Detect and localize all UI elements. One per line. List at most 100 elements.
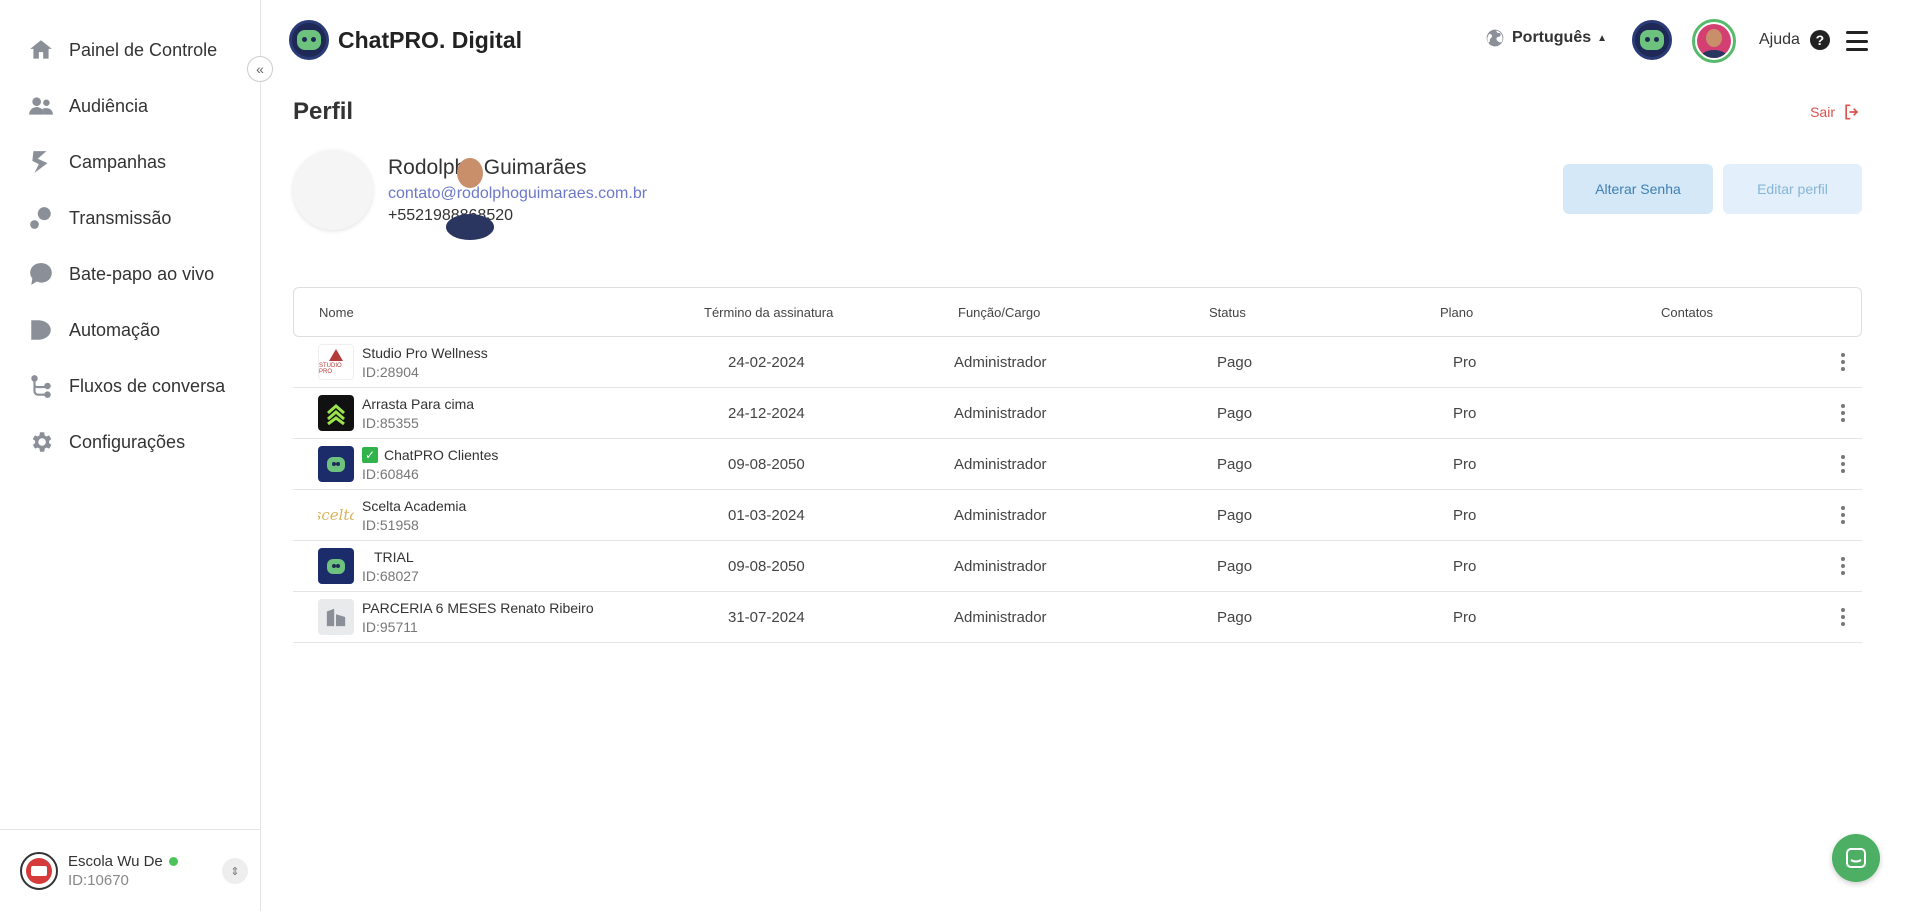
row-menu-icon[interactable] <box>1833 503 1853 527</box>
users-icon <box>28 93 54 119</box>
subscription-end: 24-12-2024 <box>728 405 805 422</box>
table-header: Nome Término da assinatura Função/Cargo … <box>293 287 1862 337</box>
org-avatar <box>20 851 58 890</box>
studio-logo-text: STUDIO PRO <box>319 363 342 375</box>
app-root: Painel de Controle Audiência Campanhas T… <box>0 0 1920 911</box>
account-name: Studio Pro Wellness <box>362 344 488 361</box>
status: Pago <box>1217 609 1253 626</box>
sidebar-item-live-chat[interactable]: Bate-papo ao vivo <box>0 246 260 302</box>
role: Administrador <box>954 558 1047 575</box>
campaign-icon <box>28 149 54 175</box>
chatpro-logo <box>318 548 354 584</box>
subscription-end: 31-07-2024 <box>728 609 805 626</box>
user-avatar[interactable] <box>1692 19 1736 63</box>
table-row[interactable]: scelta Scelta Academia ID:51958 01-03-20… <box>293 490 1862 541</box>
sidebar-item-label: Transmissão <box>69 207 172 228</box>
role: Administrador <box>954 507 1047 524</box>
logout-link[interactable]: Sair <box>1810 102 1862 122</box>
table-row[interactable]: PARCERIA 6 MESES Renato Ribeiro ID:95711… <box>293 592 1862 643</box>
plan: Pro <box>1453 609 1477 626</box>
account-logo-icon[interactable] <box>1632 20 1672 60</box>
brand[interactable]: ChatPRO. Digital <box>289 20 522 60</box>
account-id: ID:28904 <box>362 363 419 380</box>
sidebar-item-label: Campanhas <box>69 151 167 172</box>
flow-icon <box>28 373 54 399</box>
account-id: ID:95711 <box>362 618 418 635</box>
help-label: Ajuda <box>1759 31 1800 48</box>
column-header-role: Função/Cargo <box>958 305 1041 320</box>
account-id: ID:60846 <box>362 465 419 482</box>
chat-widget-button[interactable] <box>1832 834 1880 882</box>
table-row[interactable]: Arrasta Para cima ID:85355 24-12-2024 Ad… <box>293 388 1862 439</box>
chat-icon <box>1846 848 1866 868</box>
org-switcher[interactable]: Escola Wu De ID:10670 ⇕ <box>0 829 260 911</box>
sidebar-item-label: Painel de Controle <box>69 39 218 60</box>
help-link[interactable]: Ajuda ? <box>1759 30 1830 50</box>
checkmark-icon: ✓ <box>362 446 378 463</box>
sidebar-item-settings[interactable]: Configurações <box>0 414 260 470</box>
plan: Pro <box>1453 354 1477 371</box>
sidebar: Painel de Controle Audiência Campanhas T… <box>0 0 261 911</box>
language-label: Português <box>1512 29 1592 46</box>
role: Administrador <box>954 456 1047 473</box>
row-menu-icon[interactable] <box>1833 452 1853 476</box>
row-menu-icon[interactable] <box>1833 401 1853 425</box>
sidebar-item-automation[interactable]: Automação <box>0 302 260 358</box>
status: Pago <box>1217 405 1253 422</box>
chatpro-logo-icon <box>289 20 329 60</box>
sidebar-item-dashboard[interactable]: Painel de Controle <box>0 22 260 78</box>
subscription-end: 09-08-2050 <box>728 456 805 473</box>
globe-icon <box>1486 29 1504 47</box>
sidebar-item-label: Bate-papo ao vivo <box>69 263 215 284</box>
building-logo <box>318 599 354 635</box>
status: Pago <box>1217 354 1253 371</box>
column-header-plan: Plano <box>1440 305 1474 320</box>
table-row[interactable]: STUDIO PRO Studio Pro Wellness ID:28904 … <box>293 337 1862 388</box>
change-password-button[interactable]: Alterar Senha <box>1563 164 1713 214</box>
sidebar-item-label: Configurações <box>69 431 186 452</box>
status: Pago <box>1217 456 1253 473</box>
sidebar-item-broadcast[interactable]: Transmissão <box>0 190 260 246</box>
row-menu-icon[interactable] <box>1833 554 1853 578</box>
scelta-logo: scelta <box>318 497 354 533</box>
profile-phone: +5521988868520 <box>388 207 514 224</box>
top-header: ChatPRO. Digital Português ▲ Ajuda ? <box>261 0 1920 80</box>
language-selector[interactable]: Português ▲ <box>1485 28 1607 48</box>
profile-email[interactable]: contato@rodolphoguimaraes.com.br <box>388 185 647 203</box>
table-row[interactable]: TRIAL ID:68027 09-08-2050 Administrador … <box>293 541 1862 592</box>
column-header-subscription-end: Término da assinatura <box>704 305 834 320</box>
plan: Pro <box>1453 456 1477 473</box>
org-id: ID:10670 <box>68 871 129 889</box>
sidebar-item-audience[interactable]: Audiência <box>0 78 260 134</box>
profile-avatar[interactable] <box>293 150 495 240</box>
chatpro-logo <box>318 446 354 482</box>
collapse-sidebar-button[interactable]: « <box>247 56 273 82</box>
gear-icon <box>28 429 54 455</box>
sidebar-item-campaigns[interactable]: Campanhas <box>0 134 260 190</box>
logout-icon <box>1845 104 1859 120</box>
arrasta-logo <box>318 395 354 431</box>
online-status-dot <box>168 856 178 866</box>
column-header-contacts: Contatos <box>1661 305 1714 320</box>
column-header-status: Status <box>1209 305 1246 320</box>
table-row[interactable]: ✓ ChatPRO Clientes ID:60846 09-08-2050 Ad… <box>293 439 1862 490</box>
accounts-table: Nome Término da assinatura Função/Cargo … <box>293 287 1862 643</box>
row-menu-icon[interactable] <box>1833 350 1853 374</box>
edit-profile-button[interactable]: Editar perfil <box>1723 164 1862 214</box>
account-id: ID:85355 <box>362 414 419 431</box>
sidebar-item-label: Automação <box>69 319 161 340</box>
status: Pago <box>1217 507 1253 524</box>
home-icon <box>28 37 54 63</box>
plan: Pro <box>1453 558 1477 575</box>
role: Administrador <box>954 405 1047 422</box>
row-menu-icon[interactable] <box>1833 605 1853 629</box>
menu-icon[interactable] <box>1846 31 1868 51</box>
scelta-logo-text: scelta <box>318 506 354 524</box>
sidebar-item-flows[interactable]: Fluxos de conversa <box>0 358 260 414</box>
role: Administrador <box>954 354 1047 371</box>
account-name: Scelta Academia <box>362 497 467 514</box>
automation-icon <box>28 317 54 343</box>
page-title: Perfil <box>293 98 354 125</box>
switch-org-icon[interactable]: ⇕ <box>222 858 248 884</box>
column-header-name: Nome <box>319 305 354 320</box>
